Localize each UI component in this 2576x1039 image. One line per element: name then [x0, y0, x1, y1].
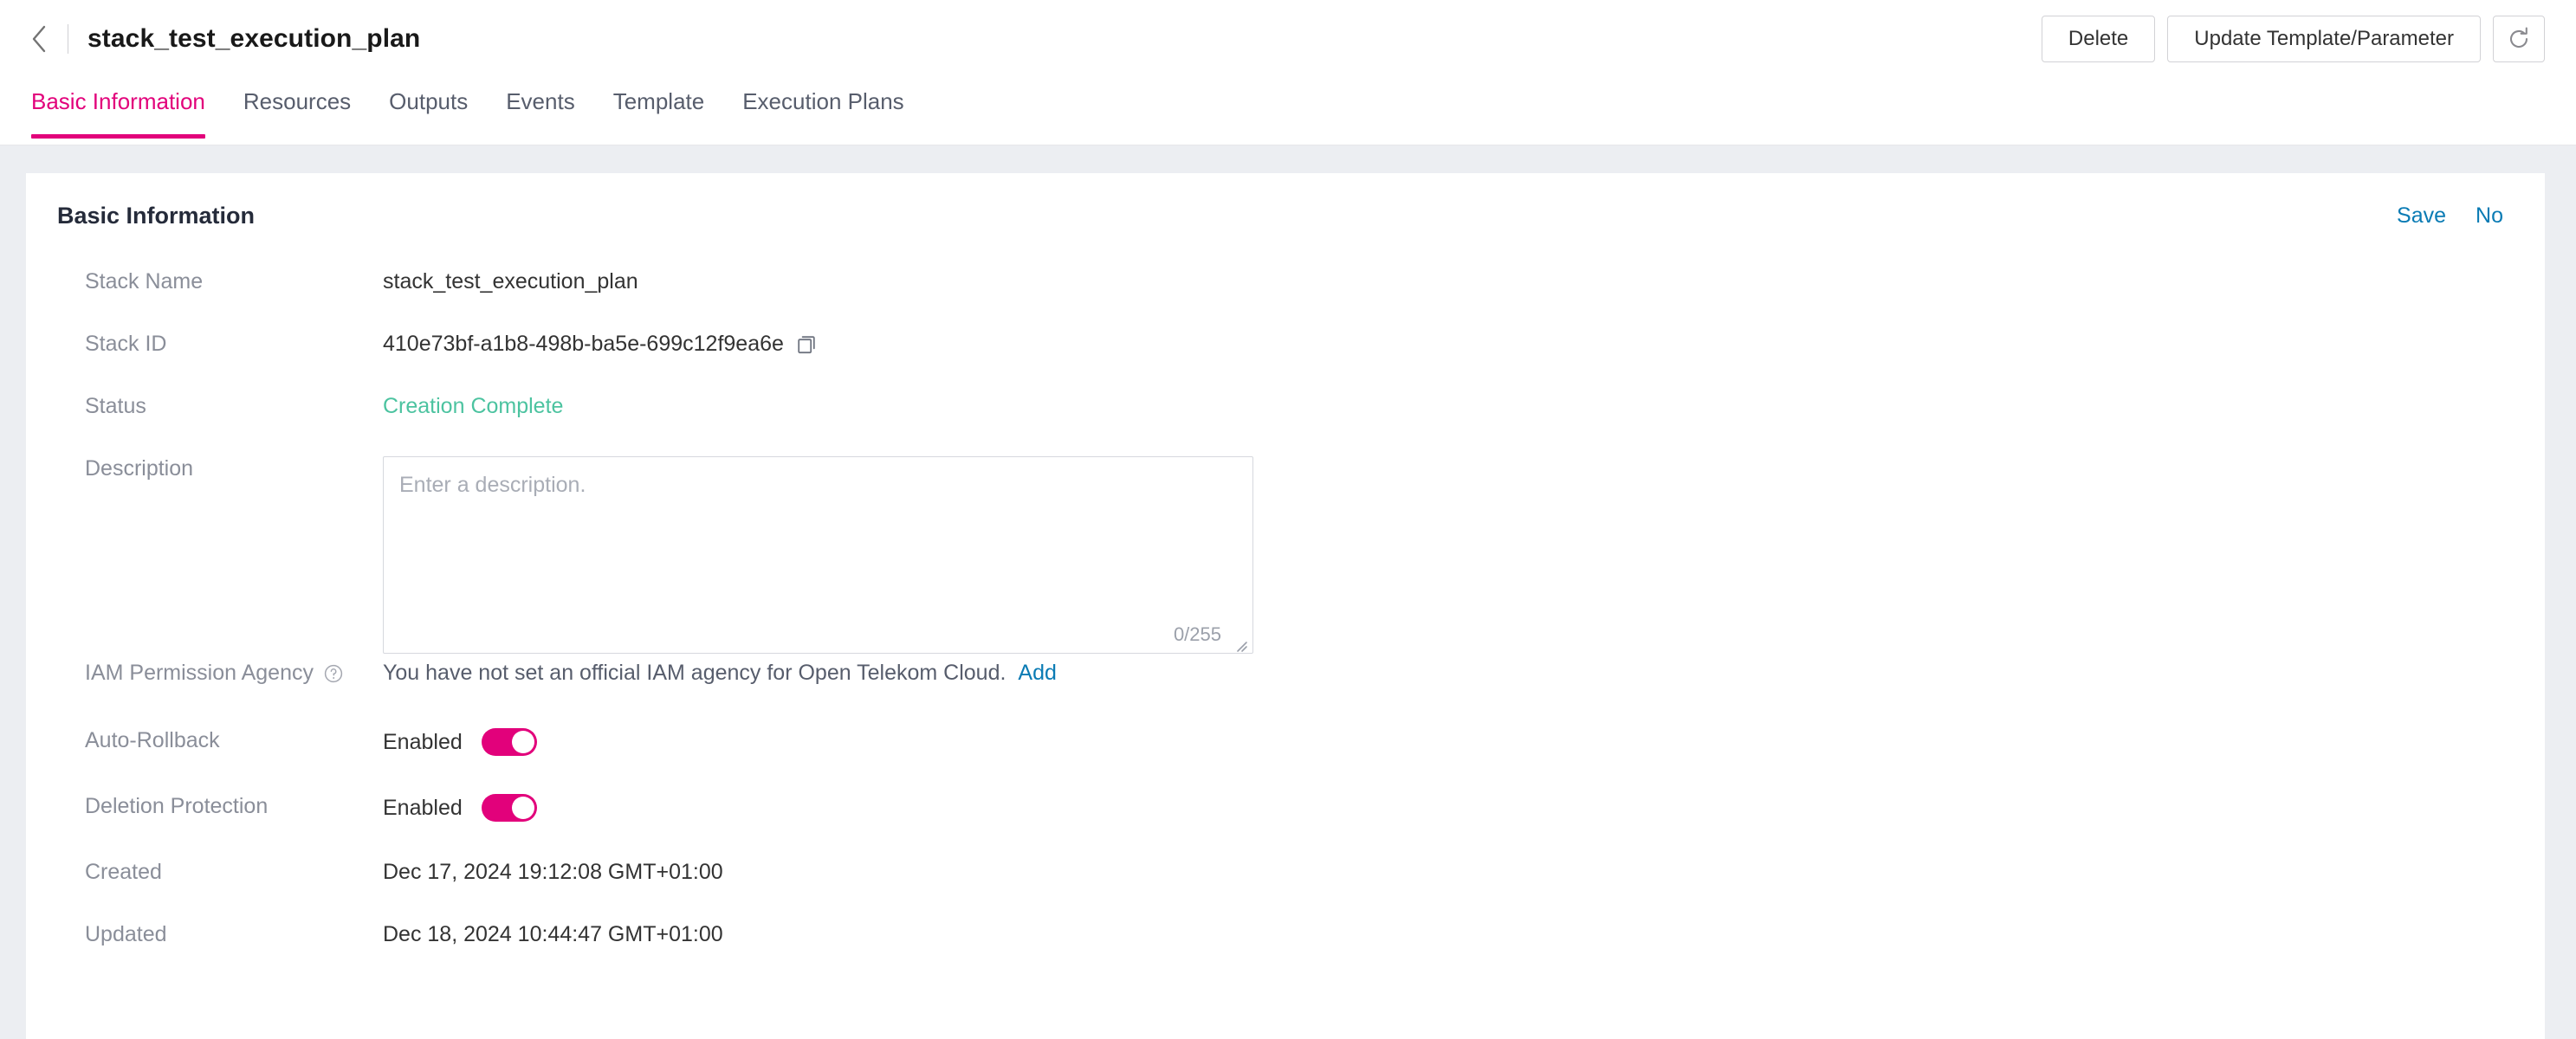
- description-input[interactable]: Enter a description. 0/255: [383, 456, 1253, 654]
- deletion-protection-value-group: Enabled: [383, 791, 537, 822]
- card-action-group: Save No: [2397, 203, 2514, 229]
- toggle-knob: [511, 797, 534, 819]
- auto-rollback-value-group: Enabled: [383, 725, 537, 756]
- field-row-auto-rollback: Auto-Rollback Enabled: [85, 725, 2514, 791]
- iam-permission-agency-label-text: IAM Permission Agency: [85, 661, 314, 685]
- field-row-created: Created Dec 17, 2024 19:12:08 GMT+01:00: [85, 856, 2514, 919]
- stack-name-value: stack_test_execution_plan: [383, 269, 638, 294]
- created-value: Dec 17, 2024 19:12:08 GMT+01:00: [383, 860, 723, 884]
- tab-bar: Basic Information Resources Outputs Even…: [0, 78, 2576, 145]
- delete-button[interactable]: Delete: [2041, 16, 2156, 62]
- card-header: Basic Information Save No: [57, 203, 2514, 229]
- description-value-group: Enter a description. 0/255: [383, 453, 1253, 654]
- content-area: Basic Information Save No Stack Name sta…: [0, 145, 2576, 1039]
- tab-execution-plans[interactable]: Execution Plans: [723, 78, 922, 145]
- refresh-button[interactable]: [2493, 16, 2545, 62]
- auto-rollback-toggle[interactable]: [481, 728, 537, 756]
- field-row-updated: Updated Dec 18, 2024 10:44:47 GMT+01:00: [85, 919, 2514, 981]
- update-template-parameter-button[interactable]: Update Template/Parameter: [2167, 16, 2481, 62]
- iam-permission-agency-message: You have not set an official IAM agency …: [383, 661, 1006, 685]
- tab-outputs[interactable]: Outputs: [370, 78, 487, 145]
- cancel-link[interactable]: No: [2476, 203, 2503, 229]
- deletion-protection-toggle[interactable]: [481, 794, 537, 822]
- stack-id-value-group: 410e73bf-a1b8-498b-ba5e-699c12f9ea6e: [383, 328, 820, 357]
- field-row-description: Description Enter a description. 0/255: [85, 453, 2514, 657]
- tab-events[interactable]: Events: [487, 78, 594, 145]
- resize-handle-icon[interactable]: [1233, 634, 1248, 652]
- auto-rollback-state-text: Enabled: [383, 729, 463, 754]
- refresh-icon: [2506, 26, 2532, 52]
- auto-rollback-label: Auto-Rollback: [85, 728, 220, 752]
- copy-icon[interactable]: [796, 332, 820, 357]
- page-title: stack_test_execution_plan: [87, 24, 421, 53]
- deletion-protection-label: Deletion Protection: [85, 794, 269, 818]
- toggle-knob: [511, 731, 534, 753]
- iam-permission-agency-label: IAM Permission Agency: [85, 657, 383, 686]
- back-chevron-icon[interactable]: [26, 25, 52, 53]
- top-header-bar: stack_test_execution_plan Delete Update …: [0, 0, 2576, 78]
- tab-label: Execution Plans: [742, 88, 904, 114]
- basic-information-card: Basic Information Save No Stack Name sta…: [26, 173, 2545, 1039]
- tab-resources[interactable]: Resources: [224, 78, 370, 145]
- tab-label: Outputs: [389, 88, 469, 114]
- tab-label: Template: [612, 88, 705, 114]
- status-badge: Creation Complete: [383, 394, 564, 418]
- description-label: Description: [85, 456, 194, 481]
- description-placeholder: Enter a description.: [399, 473, 586, 497]
- tab-basic-information[interactable]: Basic Information: [12, 78, 224, 145]
- stack-name-label: Stack Name: [85, 269, 204, 294]
- tab-template[interactable]: Template: [594, 78, 724, 145]
- deletion-protection-state-text: Enabled: [383, 795, 463, 820]
- field-row-stack-id: Stack ID 410e73bf-a1b8-498b-ba5e-699c12f…: [85, 328, 2514, 390]
- header-action-group: Delete Update Template/Parameter: [2041, 16, 2545, 62]
- question-circle-icon[interactable]: [322, 662, 345, 685]
- iam-permission-agency-value-group: You have not set an official IAM agency …: [383, 657, 1057, 686]
- field-row-status: Status Creation Complete: [85, 390, 2514, 453]
- basic-information-form: Stack Name stack_test_execution_plan Sta…: [57, 266, 2514, 981]
- stack-id-label: Stack ID: [85, 332, 167, 356]
- field-row-stack-name: Stack Name stack_test_execution_plan: [85, 266, 2514, 328]
- tab-label: Events: [506, 88, 575, 114]
- tab-label: Basic Information: [31, 88, 205, 114]
- description-char-counter: 0/255: [1173, 623, 1221, 645]
- created-label: Created: [85, 860, 162, 884]
- status-label: Status: [85, 394, 146, 418]
- save-link[interactable]: Save: [2397, 203, 2446, 229]
- field-row-iam-permission-agency: IAM Permission Agency You have not set a…: [85, 657, 2514, 725]
- tab-label: Resources: [243, 88, 352, 114]
- stack-id-value: 410e73bf-a1b8-498b-ba5e-699c12f9ea6e: [383, 332, 784, 356]
- updated-label: Updated: [85, 922, 167, 946]
- card-title: Basic Information: [57, 203, 256, 229]
- updated-value: Dec 18, 2024 10:44:47 GMT+01:00: [383, 922, 723, 946]
- field-row-deletion-protection: Deletion Protection Enabled: [85, 791, 2514, 856]
- add-agency-link[interactable]: Add: [1018, 661, 1056, 686]
